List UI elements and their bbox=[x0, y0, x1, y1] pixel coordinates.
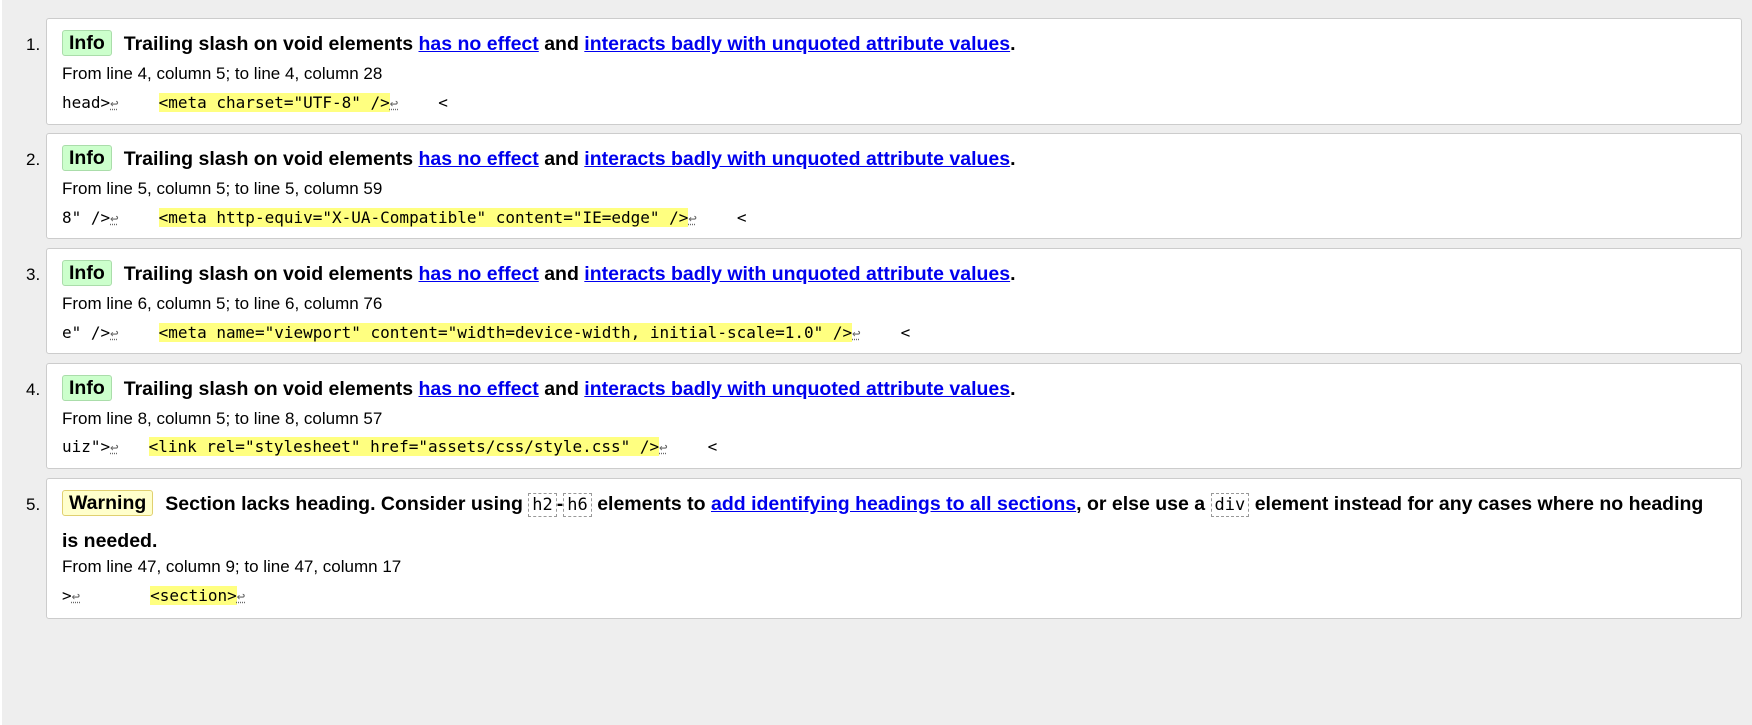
extract-highlight: <link rel="stylesheet" href="assets/css/… bbox=[148, 437, 660, 456]
message-end: . bbox=[1010, 148, 1016, 170]
unquoted-attribute-link[interactable]: interacts badly with unquoted attribute … bbox=[584, 148, 1010, 170]
line-feed-icon: ↩ bbox=[389, 96, 399, 112]
results-panel: 1. Info Trailing slash on void elements h… bbox=[2, 0, 1752, 725]
info-badge: Info bbox=[62, 375, 112, 401]
code-extract: head>↩ <meta charset="UTF-8" />↩ < bbox=[62, 93, 448, 112]
line-feed-icon: ↩ bbox=[110, 440, 119, 456]
message-title: Info Trailing slash on void elements has … bbox=[62, 371, 1721, 407]
message-title: Info Trailing slash on void elements has … bbox=[62, 256, 1721, 292]
code-extract: e" />↩ <meta name="viewport" content="wid… bbox=[62, 323, 910, 342]
location-text: From line 4, column 5; to line 4, column… bbox=[62, 64, 383, 83]
code-extract: >↩ <section>↩ bbox=[62, 586, 245, 605]
code-div: div bbox=[1210, 493, 1250, 517]
extract-before: > bbox=[62, 586, 72, 605]
has-no-effect-link[interactable]: has no effect bbox=[419, 33, 539, 55]
info-badge: Info bbox=[62, 260, 112, 286]
message-text: Trailing slash on void elements bbox=[123, 378, 414, 400]
extract-highlight: <meta name="viewport" content="width=dev… bbox=[158, 323, 853, 342]
line-feed-icon: ↩ bbox=[659, 440, 668, 456]
message-title: Info Trailing slash on void elements has … bbox=[62, 26, 1721, 62]
extract-after: < bbox=[900, 323, 911, 342]
message-card: Info Trailing slash on void elements has … bbox=[46, 248, 1742, 354]
extract-highlight: <meta http-equiv="X-UA-Compatible" conte… bbox=[158, 208, 689, 227]
message-end: . bbox=[1010, 263, 1016, 285]
message-card: Info Trailing slash on void elements has … bbox=[46, 133, 1742, 239]
message-text: Trailing slash on void elements bbox=[123, 148, 414, 170]
message-join: and bbox=[544, 148, 579, 170]
line-feed-icon: ↩ bbox=[110, 326, 119, 342]
extract-before: 8" /> bbox=[62, 208, 111, 227]
location-text: From line 8, column 5; to line 8, column… bbox=[62, 409, 383, 428]
info-badge: Info bbox=[62, 30, 112, 56]
message-number: 1. bbox=[26, 35, 41, 54]
extract-after: < bbox=[736, 208, 747, 227]
has-no-effect-link[interactable]: has no effect bbox=[419, 148, 539, 170]
extract-before: uiz"> bbox=[62, 437, 111, 456]
message-number: 4. bbox=[26, 380, 41, 399]
location-text: From line 6, column 5; to line 6, column… bbox=[62, 294, 383, 313]
code-extract: 8" />↩ <meta http-equiv="X-UA-Compatible"… bbox=[62, 208, 747, 227]
extract-highlight: <section> bbox=[150, 586, 237, 605]
message-text: , or else use a bbox=[1076, 493, 1206, 515]
message-card: Info Trailing slash on void elements has … bbox=[46, 18, 1742, 125]
line-feed-icon: ↩ bbox=[688, 211, 697, 227]
message-title: Info Trailing slash on void elements has … bbox=[62, 141, 1721, 177]
line-feed-icon: ↩ bbox=[852, 326, 861, 342]
extract-before: e" /> bbox=[62, 323, 111, 342]
unquoted-attribute-link[interactable]: interacts badly with unquoted attribute … bbox=[584, 263, 1010, 285]
info-badge: Info bbox=[62, 145, 112, 171]
code-h6: h6 bbox=[563, 493, 592, 517]
extract-highlight: <meta charset="UTF-8" /> bbox=[158, 93, 390, 112]
warning-badge: Warning bbox=[62, 490, 154, 516]
message-text: Section lacks heading. Consider using bbox=[165, 493, 523, 515]
line-feed-icon: ↩ bbox=[110, 211, 119, 227]
code-extract: uiz">↩ <link rel="stylesheet" href="asset… bbox=[62, 437, 717, 456]
unquoted-attribute-link[interactable]: interacts badly with unquoted attribute … bbox=[584, 33, 1010, 55]
line-feed-icon: ↩ bbox=[110, 96, 119, 112]
has-no-effect-link[interactable]: has no effect bbox=[419, 263, 539, 285]
extract-after: < bbox=[438, 93, 448, 112]
extract-before: head> bbox=[62, 93, 111, 112]
message-card: Warning Section lacks heading. Consider u… bbox=[46, 478, 1742, 619]
has-no-effect-link[interactable]: has no effect bbox=[419, 378, 539, 400]
code-h2: h2 bbox=[528, 493, 557, 517]
location-text: From line 47, column 9; to line 47, colu… bbox=[62, 557, 402, 576]
message-text: elements to bbox=[597, 493, 706, 515]
message-number: 2. bbox=[26, 150, 41, 169]
message-title: Warning Section lacks heading. Consider u… bbox=[62, 486, 1721, 559]
unquoted-attribute-link[interactable]: interacts badly with unquoted attribute … bbox=[584, 378, 1010, 400]
message-end: . bbox=[1010, 33, 1016, 55]
message-text: Trailing slash on void elements bbox=[123, 263, 414, 285]
message-join: and bbox=[544, 263, 579, 285]
extract-after: < bbox=[707, 437, 718, 456]
message-end: . bbox=[1010, 378, 1016, 400]
location-text: From line 5, column 5; to line 5, column… bbox=[62, 179, 383, 198]
message-number: 5. bbox=[26, 495, 41, 514]
message-join: and bbox=[544, 378, 579, 400]
message-number: 3. bbox=[26, 265, 41, 284]
headings-link[interactable]: add identifying headings to all sections bbox=[711, 493, 1076, 515]
message-card: Info Trailing slash on void elements has … bbox=[46, 363, 1742, 469]
line-feed-icon: ↩ bbox=[71, 589, 81, 605]
line-feed-icon: ↩ bbox=[236, 589, 246, 605]
message-join: and bbox=[544, 33, 579, 55]
message-text: Trailing slash on void elements bbox=[123, 33, 414, 55]
